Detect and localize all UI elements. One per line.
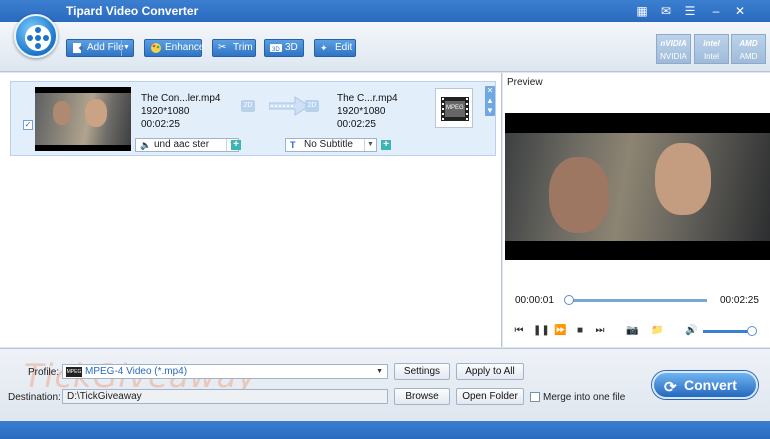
file-item[interactable]: ✓ The Con...ler.mp4 1920*1080 00:02:25 2… — [10, 81, 496, 156]
preview-video — [505, 113, 770, 260]
3d-label: 3D — [285, 42, 298, 53]
trim-label: Trim — [233, 42, 253, 53]
add-audio-button[interactable]: + — [231, 140, 241, 150]
pause-icon[interactable]: ❚❚ — [533, 325, 550, 337]
apply-to-all-button[interactable]: Apply to All — [456, 363, 524, 380]
3d-button[interactable]: 3D 3D — [264, 39, 304, 57]
merge-label: Merge into one file — [543, 392, 626, 403]
scissors-icon: ✂ — [218, 42, 227, 53]
audio-track-select[interactable]: 🔈 und aac ster ▼ — [135, 138, 239, 152]
refresh-icon: ⟳ — [664, 379, 677, 396]
accel-label: NVIDIA — [660, 52, 687, 61]
output-format-button[interactable]: MPEG — [435, 88, 473, 128]
profile-select[interactable]: MPEG MPEG-4 Video (*.mp4) ▼ — [62, 364, 388, 379]
gift-icon[interactable]: ▦ — [634, 3, 650, 19]
app-title: Tipard Video Converter — [66, 4, 199, 18]
source-duration: 00:02:25 — [141, 119, 180, 130]
item-side-buttons: ✕ ▲ ▼ — [485, 86, 495, 116]
accel-label: Intel — [703, 52, 720, 61]
status-bar — [0, 421, 770, 439]
amd-logo: AMD — [739, 39, 758, 48]
destination-field[interactable]: D:\TickGiveaway — [62, 389, 388, 404]
mpeg-format-icon: MPEG — [66, 367, 82, 377]
browse-button[interactable]: Browse — [394, 388, 450, 405]
output-info: The C...r.mp4 1920*1080 00:02:25 — [337, 92, 398, 131]
minimize-icon[interactable]: – — [708, 3, 724, 19]
volume-icon[interactable]: 🔊 — [685, 325, 697, 337]
edit-label: Edit — [335, 42, 353, 53]
chevron-down-icon[interactable]: ▼ — [121, 40, 131, 56]
add-file-button[interactable]: Add File ▼ — [66, 39, 134, 57]
enhance-label: Enhance — [165, 42, 205, 53]
menu-icon[interactable]: ☰ — [682, 3, 698, 19]
sparkle-icon: ✦ — [320, 43, 328, 53]
merge-checkbox[interactable] — [530, 392, 540, 402]
svg-text:3D: 3D — [272, 47, 280, 53]
title-bar: Tipard Video Converter ▦ ✉ ☰ – ✕ — [0, 0, 770, 22]
3d-icon: 3D — [270, 42, 282, 54]
skip-forward-icon[interactable]: ⏭ — [594, 325, 606, 337]
source-info: The Con...ler.mp4 1920*1080 00:02:25 — [141, 92, 220, 131]
source-2d-badge: 2D — [241, 100, 255, 112]
output-duration: 00:02:25 — [337, 119, 376, 130]
preview-label: Preview — [507, 77, 543, 88]
output-filename: The C...r.mp4 — [337, 93, 398, 104]
snapshot-icon[interactable]: 📷 — [626, 325, 638, 337]
palette-icon — [150, 42, 162, 54]
subtitle-select[interactable]: T No Subtitle ▼ — [285, 138, 377, 152]
convert-label: Convert — [684, 377, 737, 393]
accel-intel[interactable]: intel Intel — [694, 34, 729, 64]
audio-track-value: und aac ster — [154, 139, 210, 150]
move-down-icon[interactable]: ▼ — [485, 106, 495, 116]
output-format-tag: MPEG — [446, 105, 464, 111]
volume-slider[interactable] — [703, 330, 753, 333]
speaker-icon: 🔈 — [140, 140, 152, 150]
settings-button[interactable]: Settings — [394, 363, 450, 380]
enhance-button[interactable]: Enhance — [144, 39, 205, 57]
video-thumbnail — [35, 87, 131, 151]
current-time: 00:00:01 — [515, 295, 554, 306]
output-2d-badge: 2D — [305, 100, 319, 112]
total-time: 00:02:25 — [720, 295, 759, 306]
edit-button[interactable]: ✦ Edit — [314, 39, 356, 57]
accel-amd[interactable]: AMD AMD — [731, 34, 766, 64]
accel-nvidia[interactable]: nVIDIA NVIDIA — [656, 34, 691, 64]
app-logo — [14, 14, 58, 58]
seek-handle[interactable] — [564, 295, 574, 305]
add-file-label: Add File — [87, 42, 124, 53]
add-file-icon — [72, 42, 84, 54]
chevron-down-icon[interactable]: ▼ — [376, 365, 383, 378]
close-icon[interactable]: ✕ — [732, 3, 748, 19]
file-checkbox[interactable]: ✓ — [23, 120, 33, 130]
intel-logo: intel — [703, 39, 720, 48]
preview-panel: Preview 00:00:01 00:02:25 ⏮ ❚❚ ⏩ ■ ⏭ 📷 📁… — [503, 73, 770, 347]
folder-icon[interactable]: 📁 — [651, 325, 663, 337]
skip-back-icon[interactable]: ⏮ — [513, 325, 525, 337]
trim-button[interactable]: ✂ Trim — [212, 39, 256, 57]
profile-value: MPEG-4 Video (*.mp4) — [85, 366, 188, 377]
file-list: ✓ The Con...ler.mp4 1920*1080 00:02:25 2… — [0, 73, 502, 347]
chevron-down-icon[interactable]: ▼ — [364, 139, 376, 151]
feedback-icon[interactable]: ✉ — [658, 3, 674, 19]
fast-forward-icon[interactable]: ⏩ — [554, 325, 566, 337]
bottom-panel: TickGiveaway Profile: MPEG MPEG-4 Video … — [0, 348, 770, 421]
remove-icon[interactable]: ✕ — [485, 86, 495, 96]
volume-handle[interactable] — [747, 326, 757, 336]
destination-label: Destination: — [8, 392, 61, 403]
source-resolution: 1920*1080 — [141, 106, 190, 117]
accel-label: AMD — [739, 52, 758, 61]
toolbar: Add File ▼ Enhance ✂ Trim 3D 3D ✦ Edit n… — [0, 22, 770, 72]
convert-button[interactable]: ⟳ Convert — [652, 371, 758, 399]
output-resolution: 1920*1080 — [337, 106, 386, 117]
source-filename: The Con...ler.mp4 — [141, 93, 221, 104]
stop-icon[interactable]: ■ — [574, 325, 586, 337]
profile-label: Profile: — [28, 367, 60, 378]
open-folder-button[interactable]: Open Folder — [456, 388, 524, 405]
move-up-icon[interactable]: ▲ — [485, 96, 495, 106]
subtitle-icon: T — [290, 140, 296, 150]
add-subtitle-button[interactable]: + — [381, 140, 391, 150]
subtitle-value: No Subtitle — [304, 139, 353, 150]
nvidia-logo: nVIDIA — [660, 39, 687, 48]
seek-bar[interactable] — [567, 299, 707, 302]
